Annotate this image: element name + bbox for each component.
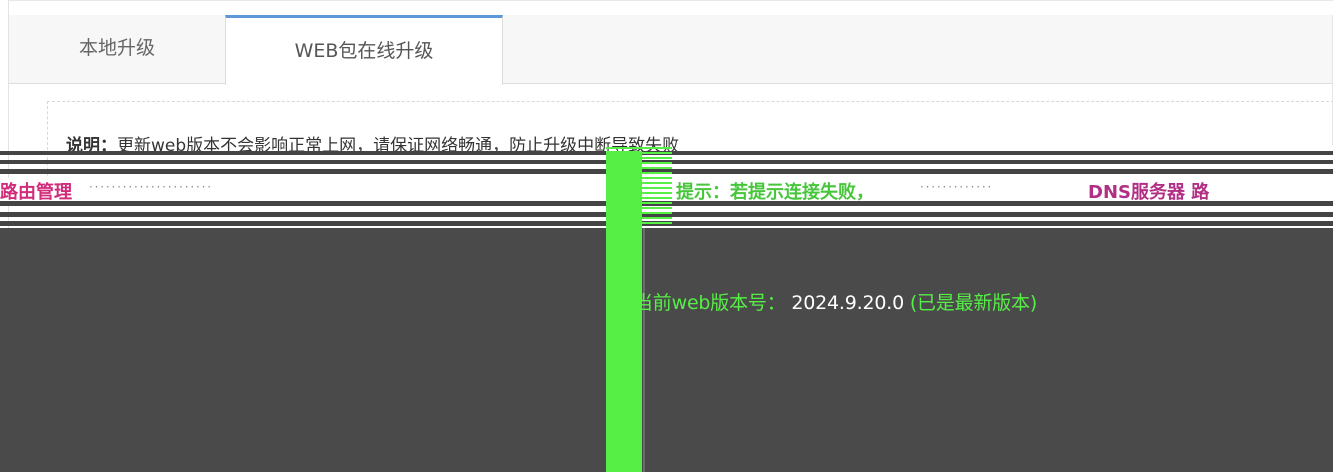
version-value: 2024.9.20.0 [791,292,904,314]
tab-web-online-upgrade[interactable]: WEB包在线升级 [225,15,503,85]
dns-server-label: DNS服务器 [1088,182,1185,203]
router-management-text: 路由管理 [0,182,72,203]
current-web-version: 当前web版本号： 2024.9.20.0 (已是最新版本) [634,288,1037,315]
dark-area-divider [643,228,645,472]
dark-content-area [0,228,1333,472]
upgrade-tabs: 本地升级 WEB包在线升级 [9,15,1333,85]
dns-server-suffix: 路 [1191,182,1210,203]
upgrade-page: 本地升级 WEB包在线升级 说明：更新web版本不会影响正常上网，请保证网络畅通… [0,0,1333,472]
version-label: 当前web版本号： [634,292,786,314]
connection-hint: 提示：若提示连接失败， [676,182,874,203]
dns-server-text: DNS服务器 路 [1088,178,1209,204]
glitch-noise: · · · · · · · · · · · · · · · · · · · · … [89,180,211,194]
version-status: (已是最新版本) [909,292,1038,314]
glitch-noise: · · · · · · · · · · · · · [920,180,991,194]
tab-local-upgrade[interactable]: 本地升级 [9,15,225,84]
